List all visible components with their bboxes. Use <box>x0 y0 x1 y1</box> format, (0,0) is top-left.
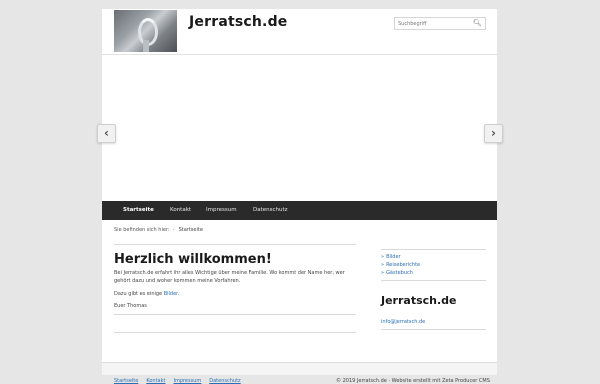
sidebar-item-reiseberichte[interactable]: » Reiseberichte <box>381 261 420 269</box>
logo-image[interactable] <box>114 10 177 52</box>
sidebar-email-link[interactable]: info@jerratsch.de <box>381 319 425 325</box>
main-navigation: Startseite Kontakt Impressum Datenschutz <box>102 201 497 220</box>
footer-link-impressum[interactable]: Impressum <box>173 378 201 384</box>
footer-link-startseite[interactable]: Startseite <box>114 378 138 384</box>
breadcrumb-current[interactable]: Startseite <box>179 227 203 233</box>
breadcrumb: Sie befinden sich hier: › Startseite <box>114 227 203 233</box>
image-slider <box>102 55 497 201</box>
sidebar-divider-bottom <box>381 329 486 330</box>
page-heading: Herzlich willkommen! <box>114 252 272 267</box>
nav-item-impressum[interactable]: Impressum <box>206 201 237 220</box>
sidebar-divider-middle <box>381 280 486 281</box>
page-container: Jerratsch.de 🔍︎ Startseite Kontakt Impre… <box>102 9 497 384</box>
search-input[interactable] <box>398 18 470 29</box>
logo-stem-shape <box>143 40 149 52</box>
pictures-prefix: Dazu gibt es einige <box>114 291 164 297</box>
sidebar-item-gaestebuch[interactable]: » Gästebuch <box>381 269 420 277</box>
footer-copyright: © 2019 Jerratsch.de · Website erstellt m… <box>336 378 490 384</box>
footer-links: Startseite Kontakt Impressum Datenschutz <box>114 378 249 384</box>
sidebar-item-bilder[interactable]: » Bilder <box>381 253 420 261</box>
signature: Euer Thomas <box>114 303 147 309</box>
slider-prev-button[interactable]: ‹ <box>97 124 116 143</box>
pictures-link[interactable]: Bilder <box>164 291 178 297</box>
sidebar-link-label[interactable]: Reiseberichte <box>386 262 420 268</box>
breadcrumb-prefix: Sie befinden sich hier: <box>114 227 170 233</box>
slider-next-button[interactable]: › <box>484 124 503 143</box>
search-box[interactable]: 🔍︎ <box>394 17 486 30</box>
footer: Startseite Kontakt Impressum Datenschutz © … <box>102 363 497 384</box>
footer-link-kontakt[interactable]: Kontakt <box>146 378 165 384</box>
search-icon[interactable]: 🔍︎ <box>473 19 482 28</box>
breadcrumb-separator: › <box>172 227 175 233</box>
nav-item-startseite[interactable]: Startseite <box>123 201 154 220</box>
pictures-paragraph: Dazu gibt es einige Bilder. <box>114 291 354 299</box>
bullet-icon: » <box>381 270 385 276</box>
content-divider-top <box>114 244 356 245</box>
footer-link-datenschutz[interactable]: Datenschutz <box>209 378 240 384</box>
content-divider-bottom <box>114 332 356 333</box>
bullet-icon: » <box>381 254 385 260</box>
sidebar-title: Jerratsch.de <box>381 294 457 307</box>
bullet-icon: » <box>381 262 385 268</box>
intro-paragraph: Bei Jerratsch.de erfahrt ihr alles Wicht… <box>114 270 345 284</box>
content-divider-middle <box>114 314 356 315</box>
sidebar-link-list: » Bilder » Reiseberichte » Gästebuch <box>381 253 420 277</box>
chevron-right-icon: › <box>491 126 496 140</box>
sidebar-link-label[interactable]: Gästebuch <box>386 270 413 276</box>
nav-item-datenschutz[interactable]: Datenschutz <box>253 201 288 220</box>
chevron-left-icon: ‹ <box>104 126 109 140</box>
site-title[interactable]: Jerratsch.de <box>189 14 288 30</box>
nav-item-kontakt[interactable]: Kontakt <box>170 201 191 220</box>
pictures-suffix: . <box>177 291 180 297</box>
sidebar-link-label[interactable]: Bilder <box>386 254 401 260</box>
sidebar-divider-top <box>381 249 486 250</box>
